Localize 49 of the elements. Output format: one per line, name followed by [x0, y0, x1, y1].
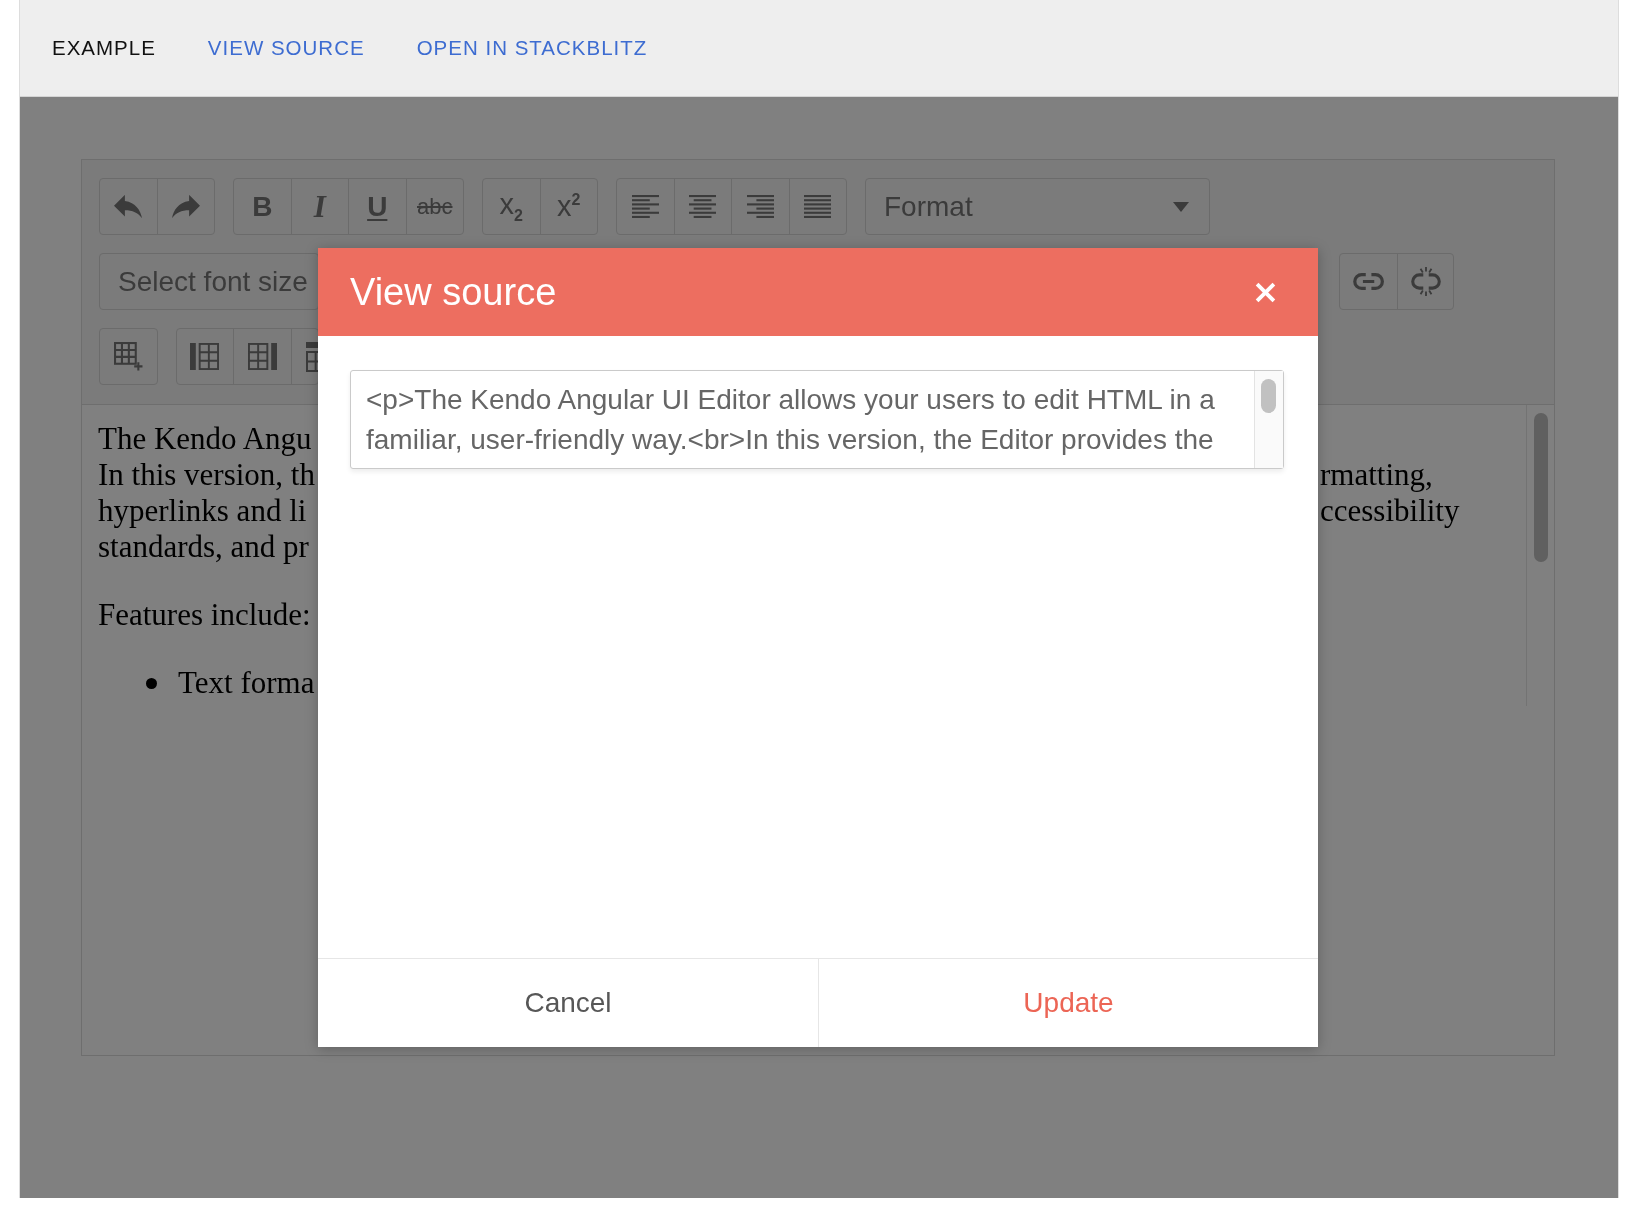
- table-column-right-icon: [247, 343, 277, 370]
- align-left-icon: [631, 195, 659, 218]
- table-plus-icon: [113, 342, 143, 371]
- table-row-top-icon: [305, 341, 318, 372]
- redo-button[interactable]: [156, 178, 215, 235]
- dialog-title: View source: [350, 270, 557, 314]
- nav-tab[interactable]: EXAMPLE: [52, 36, 156, 60]
- align-center-icon: [689, 195, 717, 218]
- dropdown[interactable]: Select font size: [99, 253, 319, 310]
- justify-icon: [804, 195, 832, 218]
- nav-tab[interactable]: OPEN IN STACKBLITZ: [416, 36, 648, 60]
- chain-link-icon: [1352, 273, 1384, 290]
- curved-arrow-right-icon: [171, 195, 200, 218]
- align-right-button[interactable]: [731, 178, 790, 235]
- scrollbar-thumb[interactable]: [1261, 379, 1276, 413]
- insert-link-button[interactable]: [1339, 253, 1398, 310]
- editor-text: rmatting,: [1320, 457, 1433, 493]
- source-textarea[interactable]: <p>The Kendo Angular UI Editor allows your users to edit HTML in a familiar, user-friendly way.<br>In this version, the Editor provides the: [350, 370, 1284, 469]
- editor-text: Features include:: [98, 597, 311, 633]
- insert-table-button[interactable]: [99, 328, 158, 385]
- broken-chain-icon: [1410, 267, 1441, 296]
- cancel-button[interactable]: Cancel: [318, 959, 818, 1047]
- align-left-button[interactable]: [616, 178, 675, 235]
- editor-text: The Kendo Angu: [98, 421, 312, 457]
- unlink-button[interactable]: [1396, 253, 1454, 310]
- subscript-button[interactable]: x$_{2}$: [482, 178, 541, 235]
- dropdown[interactable]: Format: [865, 178, 1210, 235]
- align-right-icon: [746, 195, 774, 218]
- superscript-button[interactable]: x$^{2}$: [539, 178, 598, 235]
- align-center-button[interactable]: [673, 178, 732, 235]
- curved-arrow-left-icon: [114, 195, 143, 218]
- undo-button[interactable]: [99, 178, 158, 235]
- italic-button[interactable]: I: [290, 178, 349, 235]
- update-button[interactable]: Update: [818, 959, 1318, 1047]
- list-item-text: Text forma: [178, 665, 315, 701]
- underline-button[interactable]: U: [348, 178, 407, 235]
- editor-text: standards, and pr: [98, 529, 309, 565]
- editor-text: hyperlinks and li: [98, 493, 307, 529]
- bold-button[interactable]: B: [233, 178, 292, 235]
- editor-text: In this version, th: [98, 457, 315, 493]
- scrollbar-thumb[interactable]: [1534, 413, 1548, 562]
- justify-button[interactable]: [788, 178, 847, 235]
- editor-text: ccessibility: [1320, 493, 1460, 529]
- table-column-left-icon: [190, 343, 220, 370]
- nav-tab[interactable]: VIEW SOURCE: [207, 36, 365, 60]
- add-column-left-button[interactable]: [175, 328, 234, 385]
- close-icon[interactable]: [1255, 281, 1276, 303]
- bullet-icon: [146, 678, 157, 689]
- strikethrough-button[interactable]: abc: [405, 178, 464, 235]
